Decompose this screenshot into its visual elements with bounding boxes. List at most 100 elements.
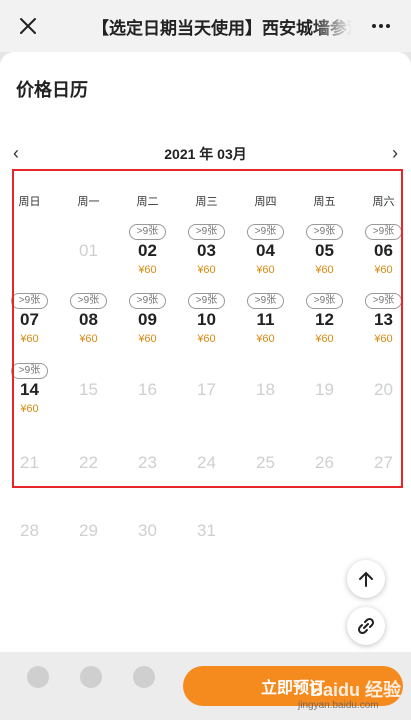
calendar-day: 28 bbox=[0, 504, 59, 570]
day-price: ¥60 bbox=[374, 264, 393, 276]
page-title: 【选定日期当天使用】西安城墙参观票 bbox=[92, 14, 352, 38]
top-bar: 【选定日期当天使用】西安城墙参观票 bbox=[0, 0, 411, 52]
day-number: 16 bbox=[138, 380, 157, 399]
day-price: ¥60 bbox=[138, 264, 157, 276]
day-price: ¥60 bbox=[20, 333, 39, 345]
weekday-label: 周二 bbox=[136, 196, 159, 208]
day-number: 06 bbox=[374, 241, 393, 260]
stock-badge: >9张 bbox=[129, 224, 166, 240]
calendar-day[interactable]: >9张 08 ¥60 bbox=[59, 293, 118, 359]
calendar-day: 30 bbox=[118, 504, 177, 570]
calendar-day: 27 bbox=[354, 436, 411, 502]
calendar-day: 25 bbox=[236, 436, 295, 502]
weekday-header: 周日 周一 周二 周三 周四 周五 周六 bbox=[0, 193, 411, 209]
calendar-day[interactable]: >9张 06 ¥60 bbox=[354, 224, 411, 290]
day-number: 26 bbox=[315, 453, 334, 472]
day-number: 08 bbox=[79, 310, 98, 329]
stock-badge: >9张 bbox=[11, 293, 48, 309]
weekday-label: 周五 bbox=[313, 196, 336, 208]
share-link-button[interactable] bbox=[347, 607, 385, 645]
day-price: ¥60 bbox=[315, 264, 334, 276]
day-number: 29 bbox=[79, 521, 98, 540]
day-number: 09 bbox=[138, 310, 157, 329]
day-price: ¥60 bbox=[256, 264, 275, 276]
calendar-day: 29 bbox=[59, 504, 118, 570]
calendar-day[interactable]: >9张 05 ¥60 bbox=[295, 224, 354, 290]
calendar-day[interactable]: >9张 07 ¥60 bbox=[0, 293, 59, 359]
calendar-day: 24 bbox=[177, 436, 236, 502]
stock-badge: >9张 bbox=[188, 224, 225, 240]
day-price: ¥60 bbox=[20, 403, 39, 415]
weekday-label: 周日 bbox=[18, 196, 41, 208]
next-month-icon[interactable]: › bbox=[385, 142, 405, 164]
calendar-day: 26 bbox=[295, 436, 354, 502]
calendar-day[interactable]: >9张 04 ¥60 bbox=[236, 224, 295, 290]
day-number: 03 bbox=[197, 241, 216, 260]
weekday-label: 周六 bbox=[372, 196, 395, 208]
day-number: 10 bbox=[197, 310, 216, 329]
day-number: 07 bbox=[20, 310, 39, 329]
day-number: 24 bbox=[197, 453, 216, 472]
day-number: 21 bbox=[20, 453, 39, 472]
day-number: 05 bbox=[315, 241, 334, 260]
day-number: 13 bbox=[374, 310, 393, 329]
stock-badge: >9张 bbox=[247, 293, 284, 309]
close-icon[interactable] bbox=[14, 12, 42, 40]
calendar-day[interactable]: >9张 14 ¥60 bbox=[0, 363, 59, 429]
calendar-day[interactable]: >9张 12 ¥60 bbox=[295, 293, 354, 359]
calendar-day[interactable]: >9张 13 ¥60 bbox=[354, 293, 411, 359]
day-number: 20 bbox=[374, 380, 393, 399]
day-number: 18 bbox=[256, 380, 275, 399]
watermark-logo: Baidu 经验 bbox=[310, 680, 402, 700]
watermark-url: jingyan.baidu.com bbox=[298, 700, 379, 711]
cart-icon[interactable] bbox=[130, 666, 158, 706]
day-number: 02 bbox=[138, 241, 157, 260]
day-price: ¥60 bbox=[79, 333, 98, 345]
calendar-day: 21 bbox=[0, 436, 59, 502]
calendar-day[interactable]: >9张 09 ¥60 bbox=[118, 293, 177, 359]
day-number: 23 bbox=[138, 453, 157, 472]
chat-icon[interactable] bbox=[77, 666, 105, 706]
day-number: 12 bbox=[315, 310, 334, 329]
day-number: 28 bbox=[20, 521, 39, 540]
stock-badge: >9张 bbox=[70, 293, 107, 309]
month-label: 2021 年 03月 bbox=[164, 146, 247, 162]
day-number: 19 bbox=[315, 380, 334, 399]
day-number: 22 bbox=[79, 453, 98, 472]
calendar-day: 19 bbox=[295, 363, 354, 429]
arrow-up-icon bbox=[359, 571, 373, 587]
day-number: 14 bbox=[20, 380, 39, 399]
sheet-title: 价格日历 bbox=[16, 80, 88, 100]
calendar-day[interactable]: >9张 10 ¥60 bbox=[177, 293, 236, 359]
stock-badge: >9张 bbox=[188, 293, 225, 309]
more-icon[interactable] bbox=[369, 14, 393, 38]
calendar-day: 18 bbox=[236, 363, 295, 429]
calendar-day[interactable]: >9张 02 ¥60 bbox=[118, 224, 177, 290]
calendar-day: 16 bbox=[118, 363, 177, 429]
home-icon[interactable] bbox=[24, 666, 52, 706]
stock-badge: >9张 bbox=[247, 224, 284, 240]
stock-badge: >9张 bbox=[11, 363, 48, 379]
stock-badge: >9张 bbox=[365, 293, 402, 309]
stock-badge: >9张 bbox=[365, 224, 402, 240]
calendar-day: 20 bbox=[354, 363, 411, 429]
day-number: 30 bbox=[138, 521, 157, 540]
calendar-day: 22 bbox=[59, 436, 118, 502]
calendar-day: 17 bbox=[177, 363, 236, 429]
calendar-day: 01 bbox=[59, 224, 118, 290]
day-price: ¥60 bbox=[374, 333, 393, 345]
day-number: 15 bbox=[79, 380, 98, 399]
weekday-label: 周一 bbox=[77, 196, 100, 208]
day-number: 11 bbox=[256, 310, 275, 329]
month-navigation: ‹ 2021 年 03月 › bbox=[0, 142, 411, 164]
stock-badge: >9张 bbox=[306, 293, 343, 309]
day-number: 04 bbox=[256, 241, 275, 260]
scroll-top-button[interactable] bbox=[347, 560, 385, 598]
day-number: 31 bbox=[197, 521, 216, 540]
calendar-day[interactable]: >9张 03 ¥60 bbox=[177, 224, 236, 290]
day-number: 27 bbox=[374, 453, 393, 472]
stock-badge: >9张 bbox=[306, 224, 343, 240]
calendar-day: 31 bbox=[177, 504, 236, 570]
calendar-day: 15 bbox=[59, 363, 118, 429]
calendar-day[interactable]: >9张 11 ¥60 bbox=[236, 293, 295, 359]
